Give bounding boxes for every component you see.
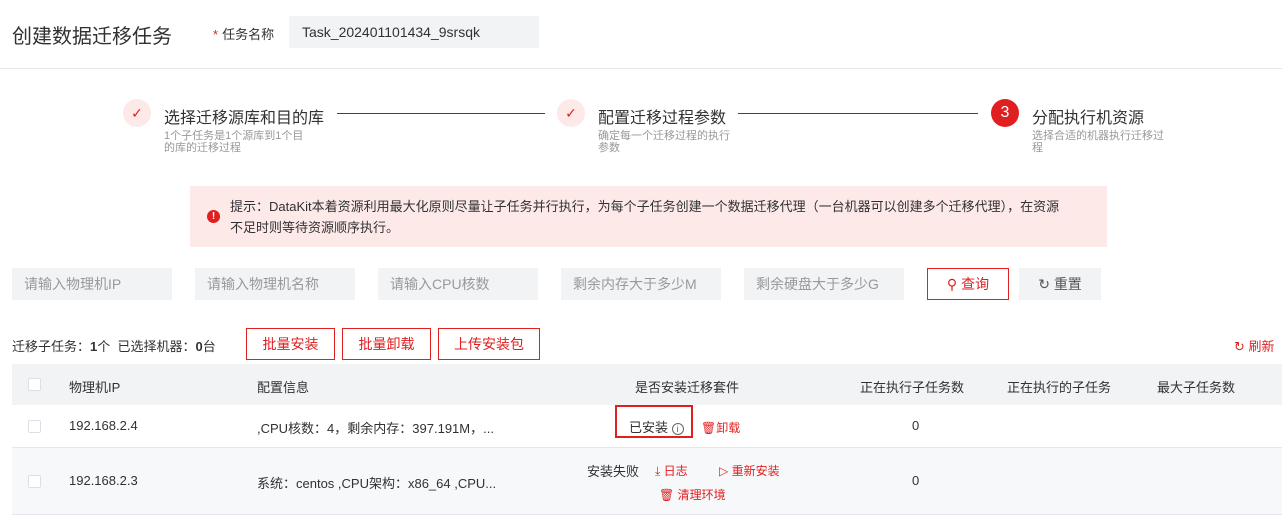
running-count-cell: 0 [912, 418, 920, 433]
refresh-icon: ↻ [1234, 339, 1249, 354]
clean-env-label: 清理环境 [677, 488, 726, 502]
col-max-tasks: 最大子任务数 [1157, 380, 1236, 395]
col-running-count: 正在执行子任务数 [860, 380, 965, 395]
info-icon[interactable]: i [671, 423, 684, 435]
selected-count: 0 [195, 339, 203, 354]
memory-filter-input[interactable] [561, 268, 721, 300]
ip-cell: 192.168.2.4 [69, 418, 138, 433]
selected-unit: 台 [202, 339, 216, 354]
table-row: 192.168.2.3 系统：centos ,CPU架构：x86_64 ,CPU… [12, 448, 1282, 515]
warning-icon: ! [207, 210, 220, 223]
required-mark: * [213, 27, 219, 42]
log-label: 日志 [663, 464, 688, 478]
install-status-highlight: 已安装 i [615, 405, 693, 438]
step-2-label: 配置迁移过程参数 [598, 110, 727, 127]
cpu-filter-input[interactable] [378, 268, 538, 300]
config-cell: ,CPU核数：4，剩余内存：397.191M，... [257, 421, 494, 436]
running-count-cell: 0 [912, 473, 920, 488]
reset-icon: ↻ [1038, 276, 1054, 292]
query-label: 查询 [961, 276, 990, 292]
selected-label: 已选择机器： [117, 339, 196, 354]
batch-uninstall-button[interactable]: 批量卸载 [342, 328, 431, 360]
subtask-unit: 个 [97, 339, 111, 354]
step-connector [337, 113, 545, 114]
row-checkbox[interactable] [28, 475, 41, 488]
reset-label: 重置 [1053, 276, 1082, 292]
disk-filter-input[interactable] [744, 268, 904, 300]
reinstall-link[interactable]: ▷ 重新安装 [719, 462, 780, 479]
row-checkbox[interactable] [28, 420, 41, 433]
trash-icon: 🗑 [701, 421, 717, 435]
info-alert: ! 提示：DataKit本着资源利用最大化原则尽量让子任务并行执行，为每个子任务… [190, 186, 1107, 247]
step-2-desc: 确定每一个迁移过程的执行参数 [598, 130, 730, 154]
ip-cell: 192.168.2.3 [69, 473, 138, 488]
table-row: 192.168.2.4 ,CPU核数：4，剩余内存：397.191M，... 已… [12, 405, 1282, 448]
alert-text: 提示：DataKit本着资源利用最大化原则尽量让子任务并行执行，为每个子任务创建… [230, 199, 1060, 235]
selection-summary: 迁移子任务：1个 已选择机器：0台 [12, 336, 216, 355]
col-ip: 物理机IP [69, 380, 121, 395]
reinstall-label: 重新安装 [731, 464, 780, 478]
download-icon: ⤓ [655, 464, 664, 478]
step-3-desc: 选择合适的机器执行迁移过程 [1032, 130, 1164, 154]
refresh-button[interactable]: ↻ 刷新 [1234, 336, 1275, 355]
task-name-label-text: 任务名称 [222, 27, 275, 42]
step-3-label: 分配执行机资源 [1032, 110, 1145, 127]
uninstall-link[interactable]: 🗑卸载 [701, 419, 740, 436]
clean-env-link[interactable]: 🗑 清理环境 [659, 486, 726, 503]
trash-icon: 🗑 [659, 488, 678, 502]
step-1-label: 选择迁移源库和目的库 [164, 110, 325, 127]
col-running-tasks: 正在执行的子任务 [1007, 380, 1112, 395]
install-status: 已安装 [629, 420, 669, 435]
select-all-checkbox[interactable] [28, 378, 41, 391]
step-connector [738, 113, 978, 114]
search-icon: ⚲ [946, 276, 962, 292]
step-2-check-icon: ✓ [557, 99, 585, 127]
play-icon: ▷ [719, 464, 732, 478]
task-name-input[interactable]: Task_202401101434_9srsqk [289, 16, 539, 48]
log-link[interactable]: ⤓ 日志 [655, 462, 688, 479]
col-install: 是否安装迁移套件 [635, 380, 740, 395]
table-header: 物理机IP 配置信息 是否安装迁移套件 正在执行子任务数 正在执行的子任务 最大… [12, 364, 1282, 405]
reset-button[interactable]: ↻ 重置 [1019, 268, 1101, 300]
step-1-desc: 1个子任务是1个源库到1个目的库的迁移过程 [164, 130, 304, 154]
col-config: 配置信息 [257, 380, 310, 395]
config-cell: 系统：centos ,CPU架构：x86_64 ,CPU... [257, 476, 497, 491]
step-1-check-icon: ✓ [123, 99, 151, 127]
subtask-label: 迁移子任务： [12, 339, 91, 354]
step-3-number: 3 [991, 99, 1019, 127]
batch-install-button[interactable]: 批量安装 [246, 328, 335, 360]
page-title: 创建数据迁移任务 [12, 26, 172, 48]
uninstall-label: 卸载 [716, 421, 741, 435]
ip-filter-input[interactable] [12, 268, 172, 300]
task-name-label: * 任务名称 [213, 24, 274, 43]
install-status: 安装失败 [587, 464, 640, 479]
query-button[interactable]: ⚲ 查询 [927, 268, 1009, 300]
refresh-label: 刷新 [1248, 339, 1275, 354]
name-filter-input[interactable] [195, 268, 355, 300]
upload-package-button[interactable]: 上传安装包 [438, 328, 540, 360]
header-divider [0, 68, 1282, 69]
